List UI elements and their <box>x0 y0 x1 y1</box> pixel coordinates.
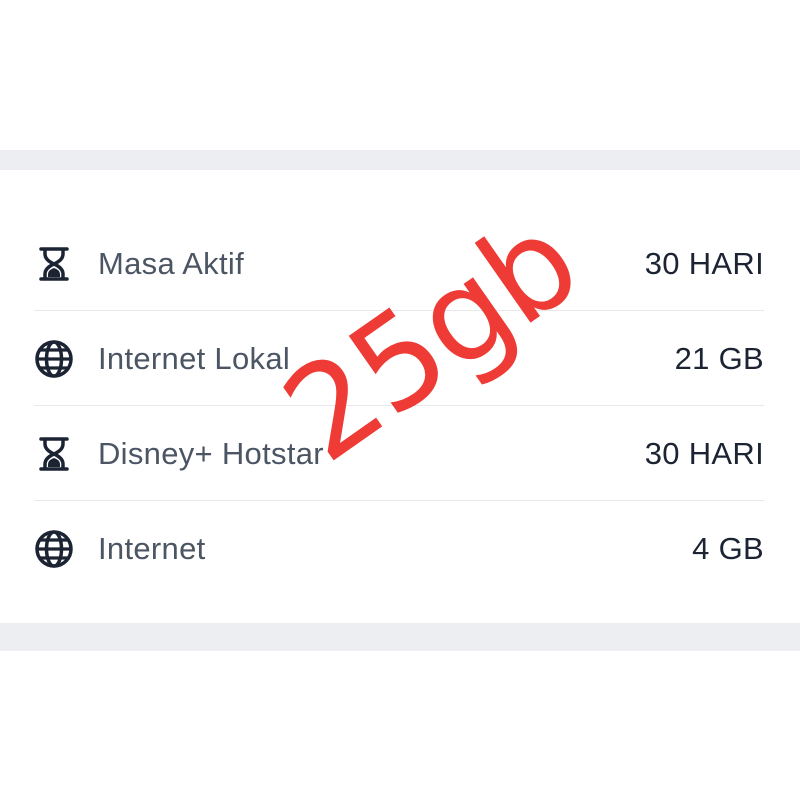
package-details-page: Masa Aktif 30 HARI Internet Lokal 21 GB <box>0 0 800 800</box>
benefit-row-internet-lokal: Internet Lokal 21 GB <box>34 311 764 406</box>
benefit-label: Internet <box>98 531 206 566</box>
globe-icon <box>34 529 74 569</box>
benefit-label: Masa Aktif <box>98 246 244 281</box>
benefit-row-masa-aktif: Masa Aktif 30 HARI <box>34 216 764 311</box>
hourglass-icon <box>34 244 74 284</box>
benefit-row-internet: Internet 4 GB <box>34 501 764 596</box>
benefit-value: 21 GB <box>674 341 764 376</box>
benefit-row-disney-hotstar: Disney+ Hotstar 30 HARI <box>34 406 764 501</box>
benefit-label: Disney+ Hotstar <box>98 436 324 471</box>
globe-icon <box>34 339 74 379</box>
benefit-value: 30 HARI <box>644 436 764 471</box>
benefit-value: 30 HARI <box>644 246 764 281</box>
benefit-value: 4 GB <box>692 531 764 566</box>
benefit-label: Internet Lokal <box>98 341 291 376</box>
top-divider-band <box>0 150 800 170</box>
package-benefits-card: Masa Aktif 30 HARI Internet Lokal 21 GB <box>0 170 800 623</box>
bottom-divider-band <box>0 623 800 651</box>
benefits-list: Masa Aktif 30 HARI Internet Lokal 21 GB <box>34 216 764 596</box>
hourglass-icon <box>34 434 74 474</box>
